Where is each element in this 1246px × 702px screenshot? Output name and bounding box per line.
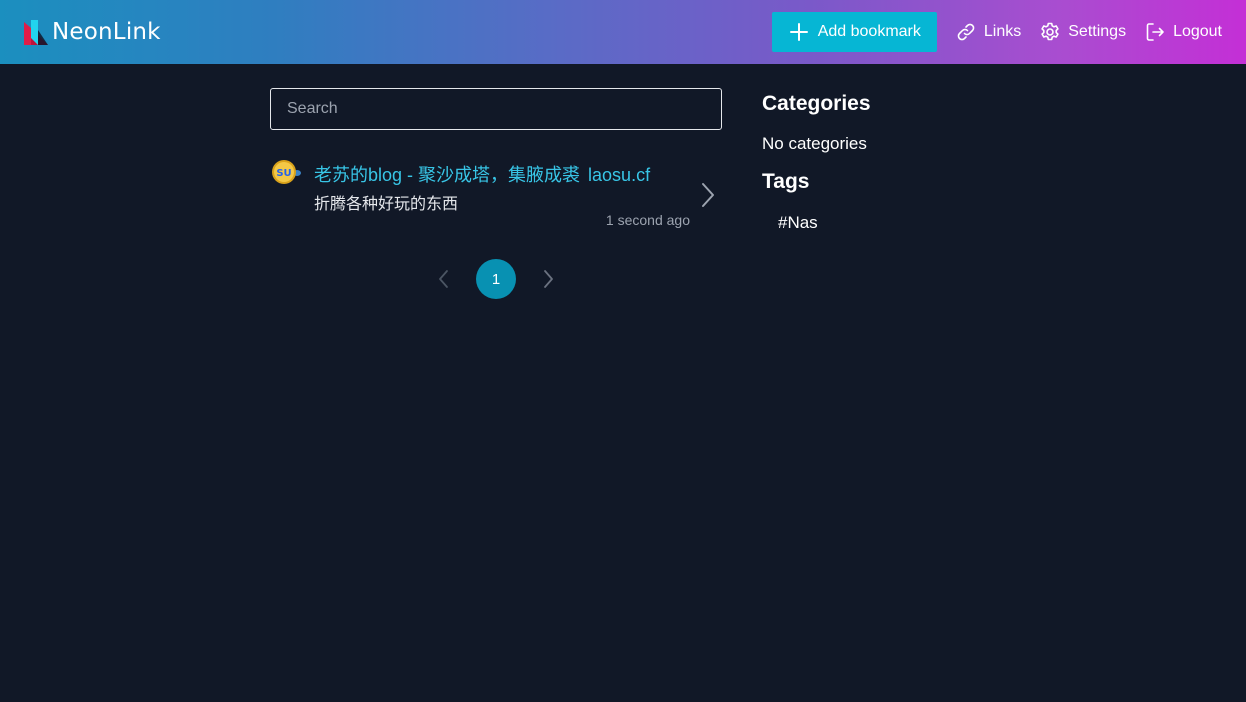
categories-empty-text: No categories (762, 134, 867, 153)
app-name: NeonLink (52, 19, 161, 45)
nav-logout-label: Logout (1173, 23, 1222, 40)
nav-logout[interactable]: Logout (1144, 21, 1222, 43)
neonlink-logo-icon (24, 19, 48, 45)
chevron-right-icon[interactable] (540, 269, 556, 289)
logout-icon (1146, 23, 1164, 41)
chevron-left-icon[interactable] (436, 269, 452, 289)
svg-text:SU: SU (276, 168, 291, 179)
bookmark-item[interactable]: SU 老苏的blog - 聚沙成塔，集腋成裘 laosu.cf 折腾各种好玩的东西… (270, 158, 722, 234)
bookmark-title[interactable]: 老苏的blog - 聚沙成塔，集腋成裘 (314, 165, 580, 185)
top-nav: Add bookmark Links Settings Logout (771, 12, 1222, 52)
tags-heading: Tags (762, 170, 810, 193)
categories-heading: Categories (762, 92, 871, 115)
bookmark-timestamp: 1 second ago (605, 212, 690, 228)
bookmark-title-row: 老苏的blog - 聚沙成塔，集腋成裘 laosu.cf (314, 161, 650, 187)
chevron-right-icon[interactable] (700, 182, 716, 208)
nav-links-label: Links (983, 23, 1022, 40)
page-button-current[interactable]: 1 (476, 259, 516, 299)
pagination: 1 (436, 259, 556, 299)
gear-icon (1041, 22, 1059, 41)
plus-icon (789, 23, 808, 41)
add-bookmark-label: Add bookmark (817, 23, 921, 40)
tag-item[interactable]: #Nas (778, 213, 818, 233)
search-input[interactable] (270, 88, 722, 130)
brand[interactable]: NeonLink (24, 19, 161, 45)
nav-settings-label: Settings (1068, 23, 1127, 40)
bookmark-description: 折腾各种好玩的东西 (314, 196, 459, 213)
su-favicon-icon: SU (272, 160, 301, 184)
nav-settings[interactable]: Settings (1039, 21, 1126, 43)
link-icon (957, 23, 975, 41)
top-bar: NeonLink Add bookmark Links Settings Log… (0, 0, 1246, 64)
add-bookmark-button[interactable]: Add bookmark (771, 12, 937, 52)
nav-links[interactable]: Links (955, 21, 1021, 43)
bookmark-domain[interactable]: laosu.cf (588, 165, 650, 185)
